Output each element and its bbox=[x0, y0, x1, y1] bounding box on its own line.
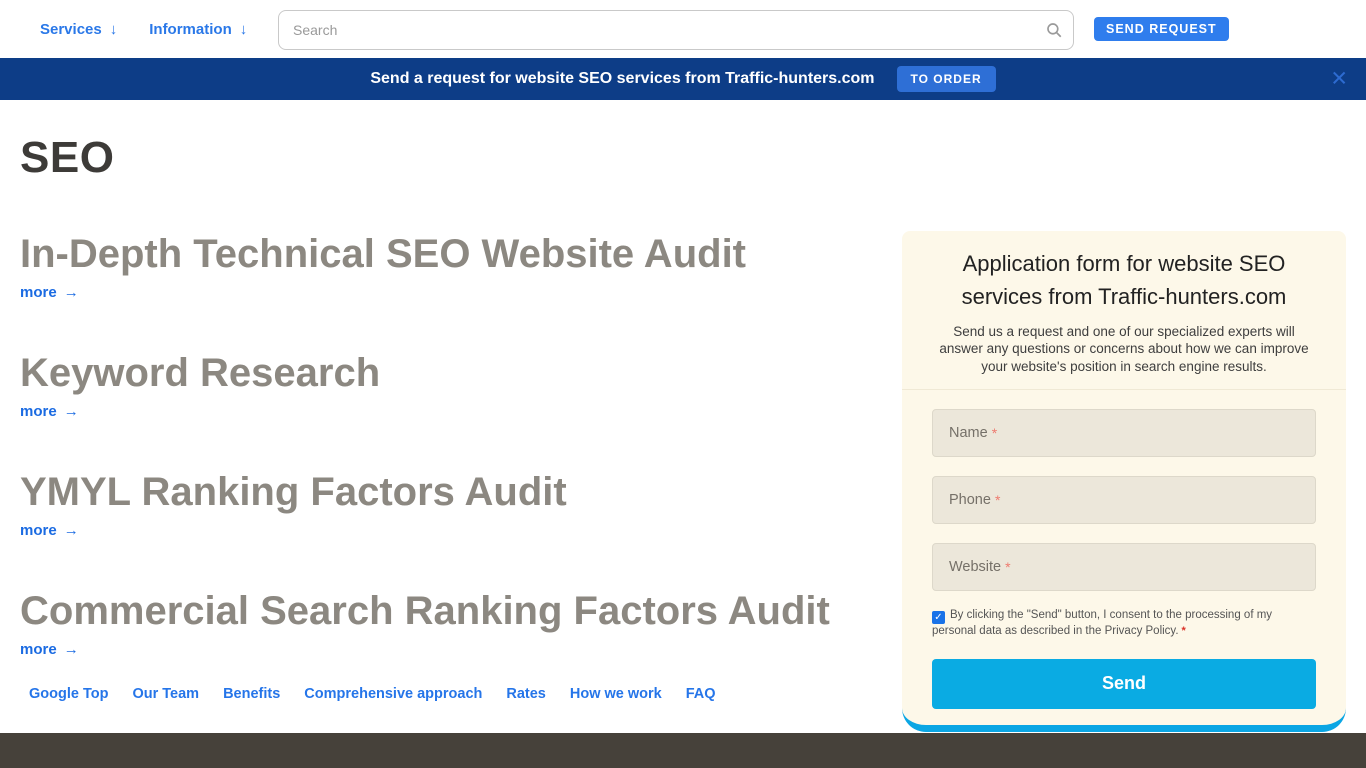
link-rates[interactable]: Rates bbox=[506, 686, 546, 702]
required-asterisk: * bbox=[1182, 625, 1186, 637]
more-link[interactable]: more → bbox=[20, 284, 79, 301]
search-input[interactable] bbox=[279, 22, 1035, 38]
name-field-label: Name bbox=[949, 425, 988, 441]
required-asterisk: * bbox=[995, 492, 1000, 508]
form-description: Send us a request and one of our special… bbox=[932, 323, 1316, 375]
send-request-button[interactable]: SEND REQUEST bbox=[1094, 17, 1229, 41]
more-label: more bbox=[20, 641, 57, 658]
service-title: YMYL Ranking Factors Audit bbox=[20, 470, 900, 514]
phone-field[interactable]: Phone * bbox=[932, 476, 1316, 524]
link-benefits[interactable]: Benefits bbox=[223, 686, 280, 702]
chevron-down-icon: ↓ bbox=[110, 21, 118, 38]
service-section-keyword-research: Keyword Research more → bbox=[20, 351, 900, 421]
more-label: more bbox=[20, 522, 57, 539]
more-link[interactable]: more → bbox=[20, 641, 79, 658]
consent-text: By clicking the "Send" button, I consent… bbox=[932, 609, 1272, 637]
form-divider bbox=[902, 389, 1346, 390]
more-link[interactable]: more → bbox=[20, 403, 79, 420]
more-label: more bbox=[20, 403, 57, 420]
nav-information-label: Information bbox=[149, 21, 232, 38]
promo-banner: Send a request for website SEO services … bbox=[0, 58, 1366, 100]
application-form-card: Application form for website SEO service… bbox=[902, 231, 1346, 732]
link-google-top[interactable]: Google Top bbox=[29, 686, 108, 702]
top-header: Services ↓ Information ↓ SEND REQUEST bbox=[0, 0, 1366, 58]
required-asterisk: * bbox=[1005, 559, 1010, 575]
chevron-down-icon: ↓ bbox=[240, 21, 248, 38]
name-field[interactable]: Name * bbox=[932, 409, 1316, 457]
arrow-right-icon: → bbox=[64, 403, 79, 420]
page-footer bbox=[0, 733, 1366, 768]
service-section-technical-audit: In-Depth Technical SEO Website Audit mor… bbox=[20, 232, 900, 302]
nav-item-services[interactable]: Services ↓ bbox=[40, 21, 117, 38]
link-how-we-work[interactable]: How we work bbox=[570, 686, 662, 702]
main-content: SEO In-Depth Technical SEO Website Audit… bbox=[0, 100, 1366, 678]
more-label: more bbox=[20, 284, 57, 301]
website-field-label: Website bbox=[949, 559, 1001, 575]
page-title: SEO bbox=[20, 133, 1366, 183]
nav-item-information[interactable]: Information ↓ bbox=[149, 21, 247, 38]
send-button[interactable]: Send bbox=[932, 659, 1316, 709]
service-title: Commercial Search Ranking Factors Audit bbox=[20, 589, 900, 633]
search-box[interactable] bbox=[278, 10, 1074, 50]
website-field[interactable]: Website * bbox=[932, 543, 1316, 591]
link-faq[interactable]: FAQ bbox=[686, 686, 716, 702]
arrow-right-icon: → bbox=[64, 641, 79, 658]
phone-field-label: Phone bbox=[949, 492, 991, 508]
promo-banner-text: Send a request for website SEO services … bbox=[370, 70, 874, 88]
service-title: In-Depth Technical SEO Website Audit bbox=[20, 232, 900, 276]
consent-row: ✓By clicking the "Send" button, I consen… bbox=[932, 608, 1316, 639]
arrow-right-icon: → bbox=[64, 284, 79, 301]
consent-checkbox[interactable]: ✓ bbox=[932, 611, 945, 624]
main-nav: Services ↓ Information ↓ bbox=[40, 0, 247, 58]
service-title: Keyword Research bbox=[20, 351, 900, 395]
search-icon[interactable] bbox=[1035, 21, 1073, 39]
service-section-commercial-audit: Commercial Search Ranking Factors Audit … bbox=[20, 589, 900, 659]
section-links-bar: Google Top Our Team Benefits Comprehensi… bbox=[29, 686, 716, 702]
service-section-ymyl-audit: YMYL Ranking Factors Audit more → bbox=[20, 470, 900, 540]
form-title: Application form for website SEO service… bbox=[932, 247, 1316, 313]
close-icon[interactable]: ✕ bbox=[1330, 69, 1348, 90]
to-order-button[interactable]: TO ORDER bbox=[897, 66, 996, 92]
required-asterisk: * bbox=[992, 425, 997, 441]
link-comprehensive-approach[interactable]: Comprehensive approach bbox=[304, 686, 482, 702]
more-link[interactable]: more → bbox=[20, 522, 79, 539]
link-our-team[interactable]: Our Team bbox=[132, 686, 199, 702]
arrow-right-icon: → bbox=[64, 522, 79, 539]
nav-services-label: Services bbox=[40, 21, 102, 38]
